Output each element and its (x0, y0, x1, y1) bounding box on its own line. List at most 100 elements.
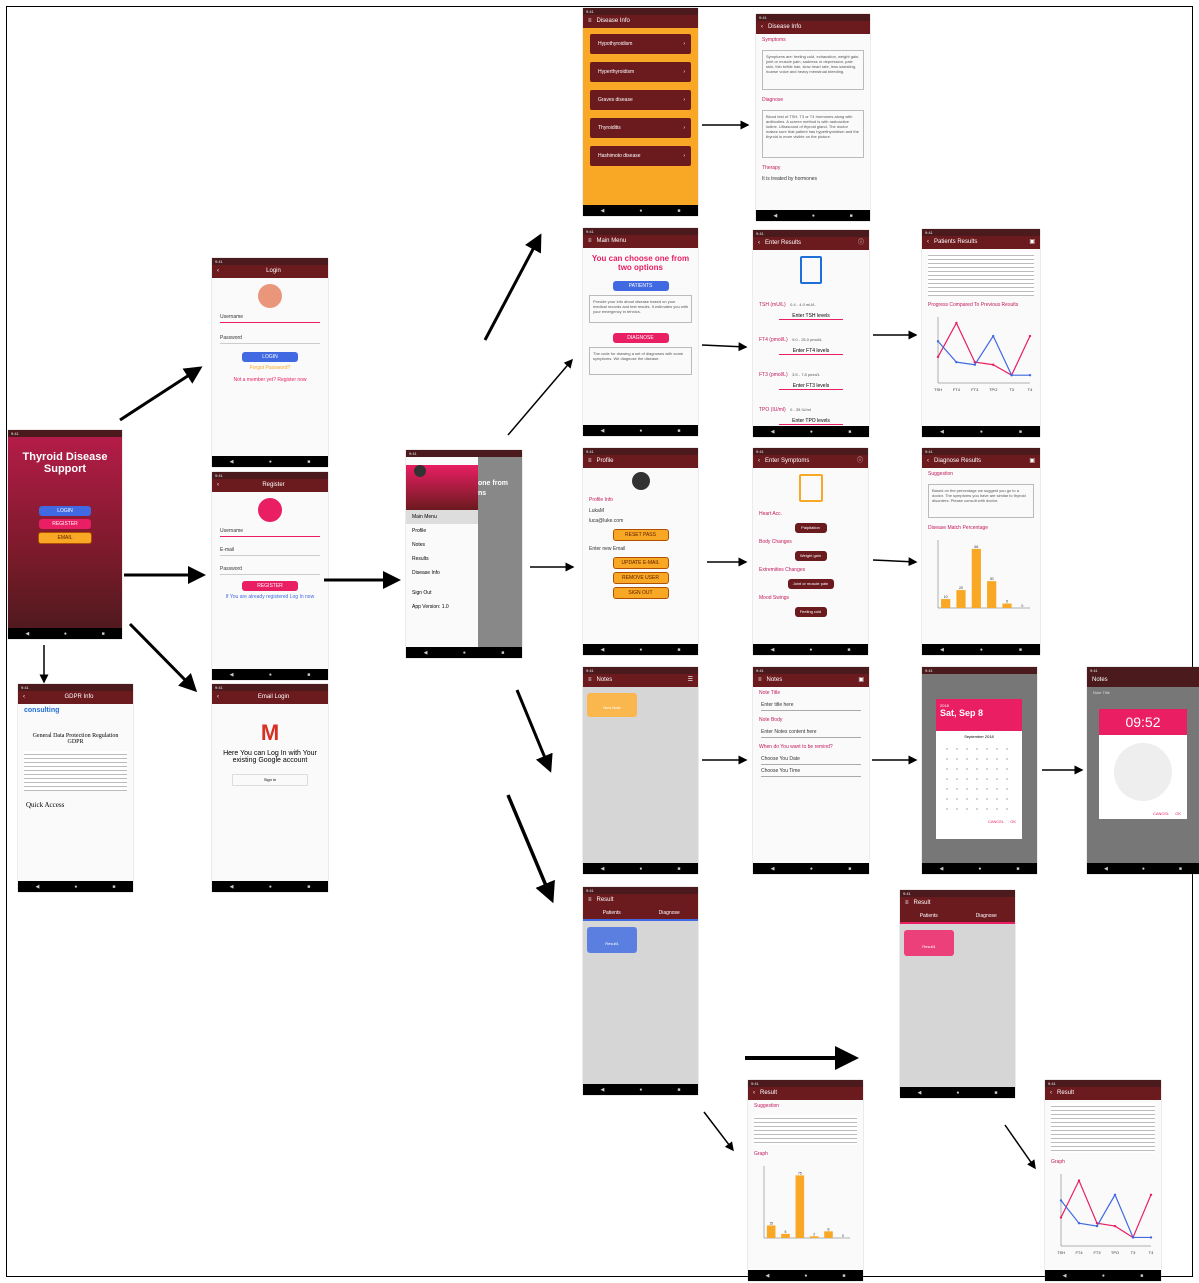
symptom-chip[interactable]: Weight gain (794, 551, 827, 561)
enter-level-button[interactable]: Enter TPO levels (779, 418, 843, 425)
save-icon[interactable]: ▣ (858, 674, 864, 687)
enter-level-button[interactable]: Enter TSH levels (779, 313, 843, 320)
password-field[interactable]: Password (220, 335, 320, 344)
cancel-button[interactable]: CANCEL (1153, 811, 1169, 816)
recents-icon[interactable]: ■ (677, 208, 680, 214)
tab-patients[interactable]: Patients (583, 907, 641, 919)
back-icon[interactable]: ◀ (230, 672, 234, 678)
home-icon[interactable]: ● (810, 866, 813, 872)
back-arrow-icon[interactable]: ‹ (217, 691, 219, 704)
home-icon[interactable]: ● (639, 866, 642, 872)
info-icon[interactable]: ⓘ (857, 455, 863, 468)
home-icon[interactable]: ● (1102, 1273, 1105, 1279)
home-icon[interactable]: ● (64, 631, 67, 637)
recents-icon[interactable]: ■ (307, 459, 310, 465)
back-icon[interactable]: ◀ (918, 1090, 922, 1096)
disease-item[interactable]: Hypothyroidism › (588, 32, 693, 56)
login-button[interactable]: LOGIN (39, 506, 91, 516)
login-link[interactable]: If You are already registered Log In now (212, 594, 328, 600)
info-icon[interactable]: ⓘ (858, 237, 864, 250)
recents-icon[interactable]: ■ (1019, 647, 1022, 653)
recents-icon[interactable]: ■ (848, 866, 851, 872)
recents-icon[interactable]: ■ (307, 672, 310, 678)
recents-icon[interactable]: ■ (842, 1273, 845, 1279)
drawer-item-disease-info[interactable]: Disease Info (406, 566, 478, 580)
home-icon[interactable]: ● (810, 429, 813, 435)
menu-icon[interactable]: ≡ (588, 15, 592, 28)
recents-icon[interactable]: ■ (1179, 866, 1182, 872)
back-arrow-icon[interactable]: ‹ (23, 691, 25, 704)
back-icon[interactable]: ◀ (766, 1273, 770, 1279)
login-submit-button[interactable]: LOGIN (242, 352, 298, 362)
email-button[interactable]: EMAIL (38, 532, 92, 544)
choose-date-field[interactable]: Choose You Date (761, 756, 861, 765)
home-icon[interactable]: ● (74, 884, 77, 890)
sort-icon[interactable]: ☰ (688, 674, 693, 687)
back-icon[interactable]: ◀ (1063, 1273, 1067, 1279)
ok-button[interactable]: OK (1175, 811, 1181, 816)
back-icon[interactable]: ◀ (601, 866, 605, 872)
result-tile[interactable]: Result1 (904, 930, 954, 956)
register-link[interactable]: Not a member yet? Register now (212, 377, 328, 383)
back-icon[interactable]: ◀ (940, 429, 944, 435)
recents-icon[interactable]: ■ (1140, 1273, 1143, 1279)
home-icon[interactable]: ● (639, 647, 642, 653)
back-arrow-icon[interactable]: ‹ (1050, 1087, 1052, 1100)
recents-icon[interactable]: ■ (677, 1087, 680, 1093)
back-icon[interactable]: ◀ (424, 650, 428, 656)
drawer-item-sign-out[interactable]: Sign Out (406, 580, 478, 600)
sign-out-button[interactable]: SIGN OUT (612, 587, 669, 599)
recents-icon[interactable]: ■ (677, 866, 680, 872)
back-arrow-icon[interactable]: ‹ (217, 265, 219, 278)
enter-email-field[interactable]: Enter new Email (583, 544, 698, 554)
recents-icon[interactable]: ■ (1016, 866, 1019, 872)
back-icon[interactable]: ◀ (601, 428, 605, 434)
back-icon[interactable]: ◀ (601, 647, 605, 653)
menu-icon[interactable]: ≡ (588, 235, 592, 248)
back-icon[interactable]: ◀ (36, 884, 40, 890)
google-signin-button[interactable]: Sign in (232, 774, 308, 786)
home-icon[interactable]: ● (269, 884, 272, 890)
back-icon[interactable]: ◀ (771, 647, 775, 653)
tab-diagnose[interactable]: Diagnose (641, 907, 699, 919)
back-icon[interactable]: ◀ (771, 429, 775, 435)
diagnose-button[interactable]: DIAGNOSE (612, 333, 669, 343)
disease-item[interactable]: Hyperthyroidism › (588, 60, 693, 84)
drawer-item-results[interactable]: Results (406, 552, 478, 566)
home-icon[interactable]: ● (804, 1273, 807, 1279)
home-icon[interactable]: ● (980, 647, 983, 653)
ok-button[interactable]: OK (1010, 819, 1016, 824)
new-note-tile[interactable]: New Note (587, 693, 637, 717)
back-arrow-icon[interactable]: ‹ (761, 21, 763, 34)
save-icon[interactable]: ▣ (1029, 455, 1035, 468)
forgot-password-link[interactable]: Forgot Password? (212, 365, 328, 371)
back-arrow-icon[interactable]: ‹ (217, 479, 219, 492)
back-icon[interactable]: ◀ (771, 866, 775, 872)
disease-item[interactable]: Graves disease › (588, 88, 693, 112)
recents-icon[interactable]: ■ (847, 647, 850, 653)
add-avatar-icon[interactable] (258, 498, 282, 522)
drawer-item-notes[interactable]: Notes (406, 538, 478, 552)
symptom-chip[interactable]: Feeling cold (794, 607, 827, 617)
home-icon[interactable]: ● (980, 429, 983, 435)
register-submit-button[interactable]: REGISTER (242, 581, 298, 591)
cancel-button[interactable]: CANCEL (988, 819, 1004, 824)
enter-level-button[interactable]: Enter FT4 levels (779, 348, 843, 355)
menu-icon[interactable]: ≡ (758, 674, 762, 687)
choose-time-field[interactable]: Choose You Time (761, 768, 861, 777)
menu-icon[interactable]: ≡ (588, 894, 592, 907)
back-arrow-icon[interactable]: ‹ (927, 236, 929, 249)
home-icon[interactable]: ● (978, 866, 981, 872)
result-tile[interactable]: Result1 (587, 927, 637, 953)
recents-icon[interactable]: ■ (102, 631, 105, 637)
home-icon[interactable]: ● (809, 647, 812, 653)
home-icon[interactable]: ● (639, 208, 642, 214)
back-icon[interactable]: ◀ (601, 1087, 605, 1093)
home-icon[interactable]: ● (639, 428, 642, 434)
password-field[interactable]: Password (220, 566, 320, 575)
home-icon[interactable]: ● (269, 459, 272, 465)
recents-icon[interactable]: ■ (1019, 429, 1022, 435)
drawer-item-main-menu[interactable]: Main Menu (406, 510, 478, 524)
back-icon[interactable]: ◀ (230, 884, 234, 890)
tab-patients[interactable]: Patients (900, 910, 958, 922)
